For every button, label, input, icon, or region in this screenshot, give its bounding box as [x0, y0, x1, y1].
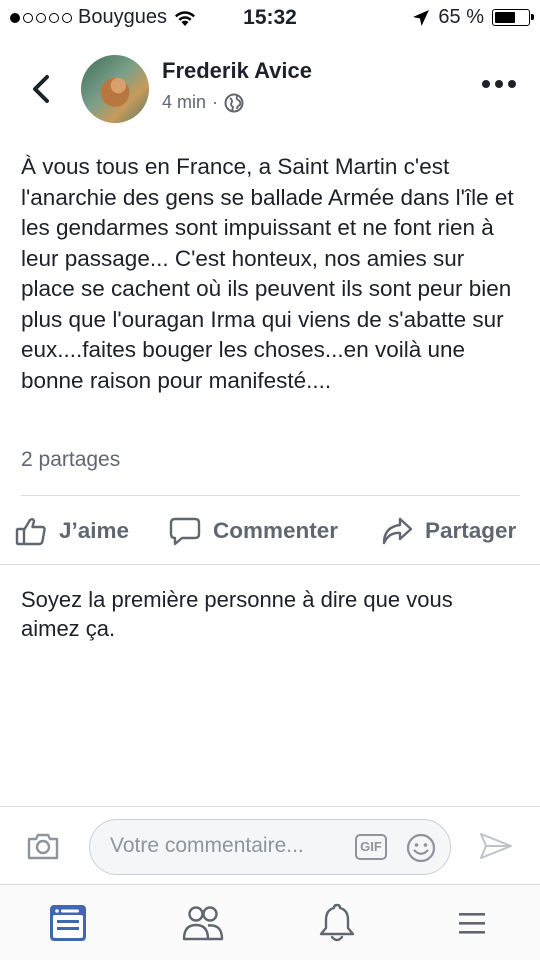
tab-bar — [0, 884, 540, 960]
send-button[interactable] — [478, 831, 514, 866]
comment-bubble-icon — [169, 517, 201, 546]
gif-button[interactable]: GIF — [355, 834, 387, 860]
back-button[interactable] — [26, 70, 56, 108]
post-meta: 4 min · — [162, 92, 244, 113]
divider — [0, 564, 540, 565]
status-right: 65 % — [412, 6, 534, 29]
meta-separator: · — [212, 92, 219, 112]
post-text: À vous tous en France, a Saint Martin c'… — [21, 154, 514, 393]
share-arrow-icon — [382, 517, 413, 545]
comment-input[interactable]: Votre commentaire... GIF — [89, 819, 451, 875]
status-bar: Bouygues 15:32 65 % — [0, 0, 540, 36]
author-name[interactable]: Frederik Avice — [162, 58, 312, 84]
smiley-icon — [406, 833, 436, 863]
like-label: J’aime — [59, 518, 130, 543]
notifications-icon — [319, 903, 355, 942]
shares-count[interactable]: 2 partages — [21, 448, 120, 472]
tab-news-feed[interactable] — [46, 901, 90, 945]
battery-icon — [492, 9, 534, 26]
battery-level — [495, 12, 515, 23]
divider — [21, 495, 520, 496]
post-header: Frederik Avice 4 min · — [0, 50, 540, 130]
thumbs-up-icon — [15, 518, 46, 546]
camera-icon — [27, 833, 59, 860]
globe-icon — [224, 93, 244, 112]
tab-friends[interactable] — [181, 901, 225, 945]
post-timestamp[interactable]: 4 min — [162, 92, 206, 113]
friends-icon — [182, 906, 224, 941]
news-feed-icon — [50, 905, 86, 941]
share-label: Partager — [425, 518, 517, 543]
tab-menu[interactable] — [450, 901, 494, 945]
send-arrow-icon — [480, 833, 512, 859]
tab-notifications[interactable] — [315, 901, 359, 945]
comment-bar: Votre commentaire... GIF — [0, 806, 540, 884]
author-avatar[interactable] — [81, 55, 149, 123]
post-actions: J’aime Commenter Partager — [0, 508, 540, 554]
camera-button[interactable] — [26, 831, 60, 866]
battery-percent: 65 % — [438, 6, 484, 28]
share-button[interactable]: Partager — [381, 508, 516, 554]
chevron-left-icon — [33, 75, 49, 103]
more-options-button[interactable] — [482, 80, 516, 88]
comment-placeholder: Votre commentaire... — [110, 834, 304, 857]
location-arrow-icon — [413, 9, 430, 26]
comment-button[interactable]: Commenter — [169, 508, 338, 554]
sticker-button[interactable] — [406, 833, 436, 868]
comment-label: Commenter — [213, 518, 339, 543]
like-button[interactable]: J’aime — [15, 508, 129, 554]
no-likes-message: Soyez la première personne à dire que vo… — [21, 587, 453, 641]
menu-icon — [459, 913, 485, 934]
